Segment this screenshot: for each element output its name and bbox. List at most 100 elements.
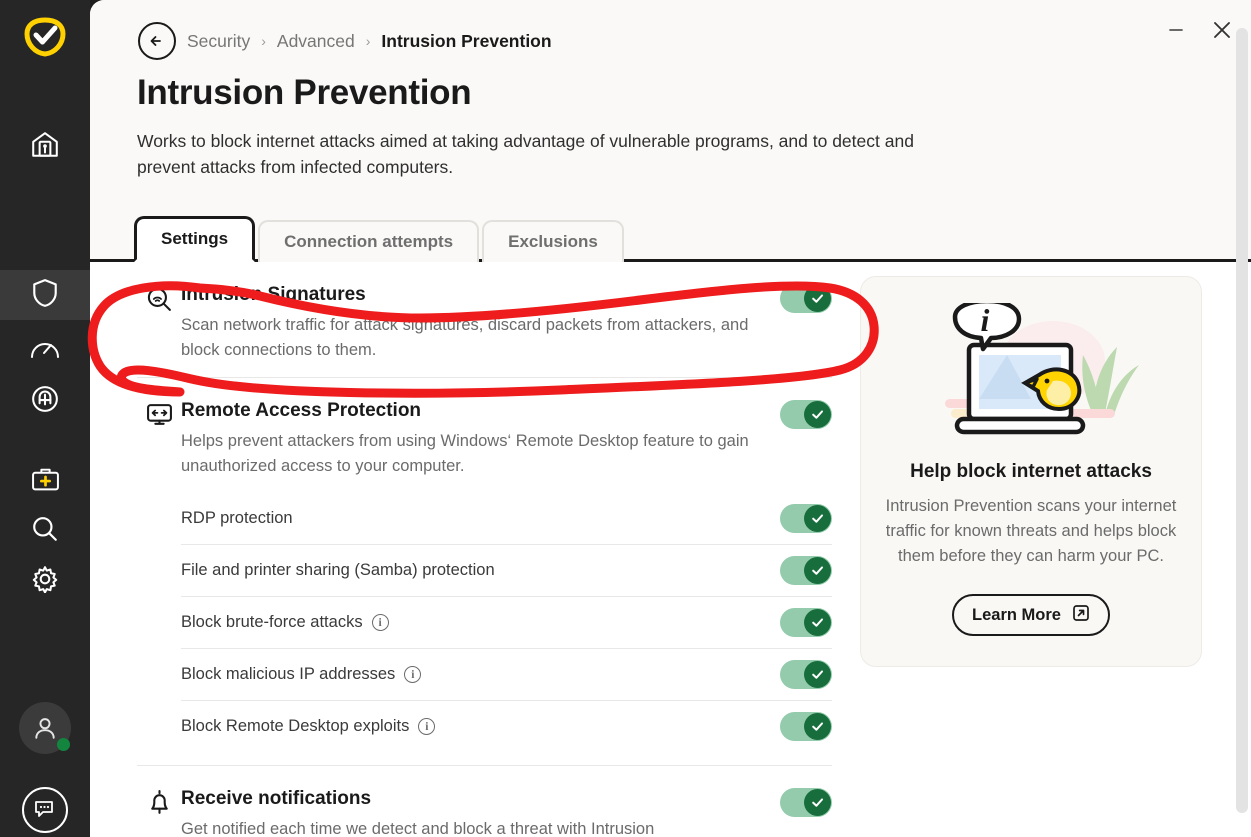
- samba-protection-toggle[interactable]: [780, 556, 832, 585]
- bell-icon: [137, 788, 181, 817]
- main-window: Security › Advanced › Intrusion Preventi…: [90, 0, 1251, 837]
- signature-scan-icon: [137, 284, 181, 313]
- toggle-knob: [804, 285, 831, 312]
- sub-option-label-wrap: Block Remote Desktop exploits i: [181, 717, 780, 736]
- sub-option-block-rdp-exploits: Block Remote Desktop exploits i: [181, 701, 832, 752]
- toggle-knob: [804, 505, 831, 532]
- check-icon: [810, 719, 825, 734]
- intrusion-signatures-toggle[interactable]: [780, 284, 832, 313]
- receive-notifications-text: Receive notifications Get notified each …: [181, 788, 780, 837]
- chat-icon: [32, 798, 58, 822]
- receive-notifications-row: Receive notifications Get notified each …: [137, 766, 832, 837]
- shield-icon: [31, 278, 59, 313]
- check-icon: [810, 407, 825, 422]
- sub-option-samba-protection: File and printer sharing (Samba) protect…: [181, 545, 832, 596]
- sub-option-block-malicious-ip: Block malicious IP addresses i: [181, 649, 832, 700]
- sub-option-label: Block brute-force attacks: [181, 613, 363, 632]
- speedometer-icon: [30, 336, 60, 367]
- info-card: i Help block internet attacks Intrusion …: [860, 276, 1202, 667]
- window-body: Intrusion Signatures Scan network traffi…: [90, 262, 1251, 834]
- account-avatar[interactable]: [19, 702, 71, 754]
- app-root: Security › Advanced › Intrusion Preventi…: [0, 0, 1251, 837]
- page-title: Intrusion Prevention: [137, 73, 471, 113]
- intrusion-signatures-description: Scan network traffic for attack signatur…: [181, 313, 756, 363]
- remote-access-protection-description: Helps prevent attackers from using Windo…: [181, 429, 756, 479]
- sub-option-rdp-protection: RDP protection: [181, 493, 832, 544]
- minimize-button[interactable]: [1153, 8, 1199, 52]
- info-icon[interactable]: i: [372, 614, 389, 631]
- block-malicious-ip-toggle[interactable]: [780, 660, 832, 689]
- tab-settings[interactable]: Settings: [134, 216, 255, 262]
- sidebar-item-toolkit[interactable]: [0, 456, 90, 506]
- minimize-icon: [1166, 20, 1186, 40]
- privacy-icon: [31, 385, 59, 418]
- check-icon: [810, 511, 825, 526]
- status-badge-online: [57, 738, 70, 751]
- sub-option-label: File and printer sharing (Samba) protect…: [181, 561, 780, 580]
- breadcrumb: Security › Advanced › Intrusion Preventi…: [138, 22, 552, 60]
- toggle-knob: [804, 609, 831, 636]
- rdp-protection-toggle[interactable]: [780, 504, 832, 533]
- tab-exclusions[interactable]: Exclusions: [482, 220, 624, 262]
- close-icon: [1210, 18, 1234, 42]
- remote-access-protection-toggle[interactable]: [780, 400, 832, 429]
- page-description: Works to block internet attacks aimed at…: [137, 128, 957, 180]
- info-panel: i Help block internet attacks Intrusion …: [860, 276, 1202, 667]
- window-header: Security › Advanced › Intrusion Preventi…: [90, 0, 1251, 262]
- sub-option-label: RDP protection: [181, 509, 780, 528]
- sub-option-label-wrap: Block brute-force attacks i: [181, 613, 780, 632]
- breadcrumb-item-advanced[interactable]: Advanced: [277, 31, 355, 52]
- sidebar-item-security[interactable]: [0, 270, 90, 320]
- check-icon: [810, 795, 825, 810]
- breadcrumb-item-security[interactable]: Security: [187, 31, 250, 52]
- receive-notifications-description: Get notified each time we detect and blo…: [181, 817, 756, 837]
- learn-more-button[interactable]: Learn More: [952, 594, 1110, 636]
- info-card-description: Intrusion Prevention scans your internet…: [885, 494, 1177, 569]
- external-link-icon: [1072, 604, 1090, 627]
- breadcrumb-item-current: Intrusion Prevention: [381, 31, 551, 52]
- back-button[interactable]: [138, 22, 176, 60]
- svg-text:i: i: [981, 303, 990, 338]
- breadcrumb-separator: ›: [261, 33, 266, 49]
- window-controls: [1153, 8, 1245, 52]
- toggle-knob: [804, 661, 831, 688]
- sidebar-item-search[interactable]: [0, 506, 90, 556]
- info-icon[interactable]: i: [404, 666, 421, 683]
- remote-access-protection-row: Remote Access Protection Helps prevent a…: [137, 378, 832, 493]
- toggle-knob: [804, 401, 831, 428]
- block-rdp-exploits-toggle[interactable]: [780, 712, 832, 741]
- search-icon: [31, 515, 59, 548]
- sidebar-item-privacy[interactable]: [0, 376, 90, 426]
- receive-notifications-toggle[interactable]: [780, 788, 832, 817]
- gear-icon: [31, 565, 59, 598]
- sub-option-label-wrap: Block malicious IP addresses i: [181, 665, 780, 684]
- info-card-title: Help block internet attacks: [885, 461, 1177, 483]
- sidebar: [0, 0, 90, 837]
- intrusion-signatures-title: Intrusion Signatures: [181, 284, 764, 306]
- person-icon: [32, 715, 58, 741]
- receive-notifications-title: Receive notifications: [181, 788, 764, 810]
- learn-more-label: Learn More: [972, 606, 1061, 625]
- toggle-knob: [804, 713, 831, 740]
- tab-bar: Settings Connection attempts Exclusions: [134, 216, 627, 262]
- home-icon: [30, 130, 60, 165]
- block-brute-force-toggle[interactable]: [780, 608, 832, 637]
- check-icon: [810, 563, 825, 578]
- toggle-knob: [804, 789, 831, 816]
- vertical-scrollbar[interactable]: [1236, 28, 1248, 813]
- breadcrumb-separator: ›: [366, 33, 371, 49]
- sidebar-item-home[interactable]: [0, 122, 90, 172]
- info-icon[interactable]: i: [418, 718, 435, 735]
- app-logo[interactable]: [22, 14, 68, 60]
- sidebar-item-performance[interactable]: [0, 326, 90, 376]
- chat-support-button[interactable]: [22, 787, 68, 833]
- remote-desktop-icon: [137, 400, 181, 429]
- check-icon: [810, 667, 825, 682]
- intrusion-signatures-row: Intrusion Signatures Scan network traffi…: [137, 262, 832, 377]
- sub-option-block-brute-force: Block brute-force attacks i: [181, 597, 832, 648]
- tab-connection-attempts[interactable]: Connection attempts: [258, 220, 479, 262]
- sub-option-label: Block Remote Desktop exploits: [181, 717, 409, 736]
- sub-option-label: Block malicious IP addresses: [181, 665, 395, 684]
- sidebar-item-settings[interactable]: [0, 556, 90, 606]
- check-icon: [810, 615, 825, 630]
